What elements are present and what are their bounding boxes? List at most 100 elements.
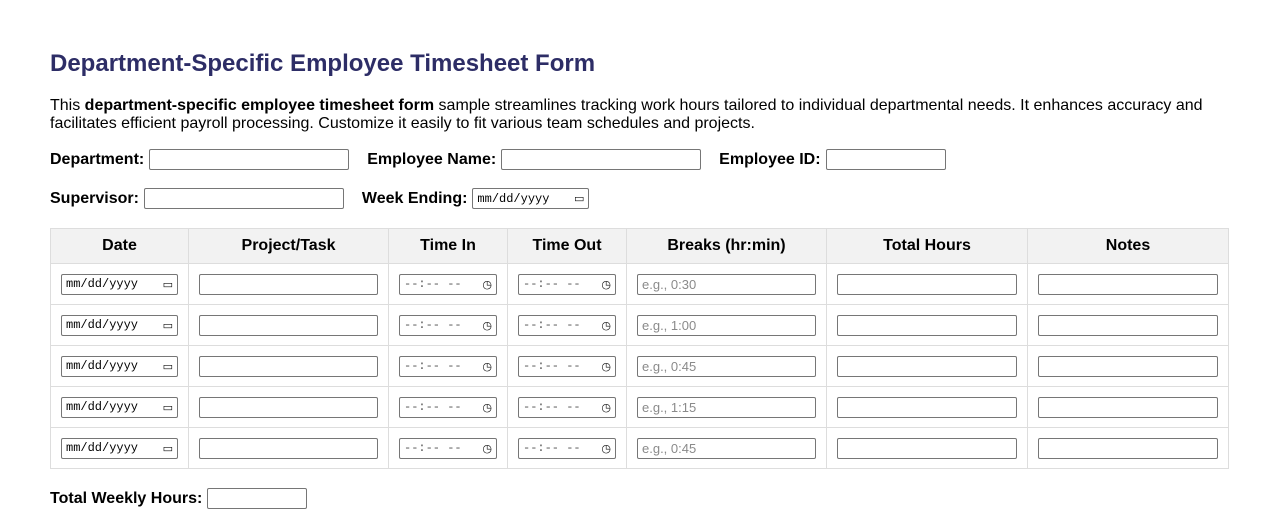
total-weekly-hours-row: Total Weekly Hours: xyxy=(50,488,308,509)
notes-input[interactable] xyxy=(1038,273,1218,295)
clock-icon[interactable]: ◷ xyxy=(601,319,611,332)
date-input[interactable]: mm/dd/yyyy ▭ xyxy=(61,273,178,295)
cell-date: mm/dd/yyyy ▭ xyxy=(50,345,189,387)
total-hours-input[interactable] xyxy=(837,273,1017,295)
time-placeholder: --:-- -- xyxy=(523,277,581,291)
clock-icon[interactable]: ◷ xyxy=(601,278,611,291)
department-input[interactable] xyxy=(149,149,350,170)
header-breaks: Breaks (hr:min) xyxy=(626,228,827,264)
time-placeholder: --:-- -- xyxy=(404,277,462,291)
cell-notes xyxy=(1027,386,1229,428)
intro-bold: department-specific employee timesheet f… xyxy=(84,97,435,114)
table-row: mm/dd/yyyy ▭ --:-- -- ◷ --:-- -- ◷ xyxy=(50,304,1229,346)
cell-time-out: --:-- -- ◷ xyxy=(507,304,627,346)
time-placeholder: --:-- -- xyxy=(404,359,462,373)
project-task-input[interactable] xyxy=(199,396,378,418)
calendar-icon[interactable]: ▭ xyxy=(574,192,584,205)
week-ending-input[interactable]: mm/dd/yyyy ▭ xyxy=(472,188,590,209)
date-input[interactable]: mm/dd/yyyy ▭ xyxy=(61,437,178,459)
notes-input[interactable] xyxy=(1038,437,1218,459)
date-placeholder: mm/dd/yyyy xyxy=(66,277,139,291)
time-in-input[interactable]: --:-- -- ◷ xyxy=(399,396,497,418)
cell-notes xyxy=(1027,345,1229,387)
clock-icon[interactable]: ◷ xyxy=(482,319,492,332)
time-placeholder: --:-- -- xyxy=(404,441,462,455)
clock-icon[interactable]: ◷ xyxy=(601,401,611,414)
total-hours-input[interactable] xyxy=(837,396,1017,418)
cell-time-out: --:-- -- ◷ xyxy=(507,345,627,387)
cell-total-hours xyxy=(826,386,1028,428)
time-out-input[interactable]: --:-- -- ◷ xyxy=(518,314,616,336)
calendar-icon[interactable]: ▭ xyxy=(163,360,173,373)
cell-total-hours xyxy=(826,263,1028,305)
time-out-input[interactable]: --:-- -- ◷ xyxy=(518,273,616,295)
clock-icon[interactable]: ◷ xyxy=(601,442,611,455)
cell-date: mm/dd/yyyy ▭ xyxy=(50,263,189,305)
employee-name-input[interactable] xyxy=(501,149,702,170)
cell-time-in: --:-- -- ◷ xyxy=(388,345,508,387)
time-placeholder: --:-- -- xyxy=(523,318,581,332)
time-out-input[interactable]: --:-- -- ◷ xyxy=(518,437,616,459)
date-input[interactable]: mm/dd/yyyy ▭ xyxy=(61,314,178,336)
cell-time-in: --:-- -- ◷ xyxy=(388,304,508,346)
employee-id-input[interactable] xyxy=(825,149,946,170)
breaks-input[interactable] xyxy=(637,314,816,336)
time-in-input[interactable]: --:-- -- ◷ xyxy=(399,314,497,336)
breaks-input[interactable] xyxy=(637,437,816,459)
cell-time-out: --:-- -- ◷ xyxy=(507,263,627,305)
breaks-input[interactable] xyxy=(637,273,816,295)
clock-icon[interactable]: ◷ xyxy=(601,360,611,373)
notes-input[interactable] xyxy=(1038,396,1218,418)
cell-date: mm/dd/yyyy ▭ xyxy=(50,386,189,428)
week-ending-label: Week Ending: xyxy=(361,189,468,207)
table-row: mm/dd/yyyy ▭ --:-- -- ◷ --:-- -- ◷ xyxy=(50,263,1229,305)
intro-before: This xyxy=(50,97,85,114)
clock-icon[interactable]: ◷ xyxy=(482,360,492,373)
cell-breaks xyxy=(626,345,827,387)
calendar-icon[interactable]: ▭ xyxy=(163,401,173,414)
project-task-input[interactable] xyxy=(199,273,378,295)
date-input[interactable]: mm/dd/yyyy ▭ xyxy=(61,396,178,418)
date-input[interactable]: mm/dd/yyyy ▭ xyxy=(61,355,178,377)
time-out-input[interactable]: --:-- -- ◷ xyxy=(518,355,616,377)
breaks-input[interactable] xyxy=(637,396,816,418)
cell-time-in: --:-- -- ◷ xyxy=(388,263,508,305)
time-out-input[interactable]: --:-- -- ◷ xyxy=(518,396,616,418)
clock-icon[interactable]: ◷ xyxy=(482,442,492,455)
total-hours-input[interactable] xyxy=(837,355,1017,377)
total-hours-input[interactable] xyxy=(837,314,1017,336)
calendar-icon[interactable]: ▭ xyxy=(163,319,173,332)
calendar-icon[interactable]: ▭ xyxy=(163,278,173,291)
cell-notes xyxy=(1027,263,1229,305)
date-placeholder: mm/dd/yyyy xyxy=(66,318,139,332)
total-hours-input[interactable] xyxy=(837,437,1017,459)
breaks-input[interactable] xyxy=(637,355,816,377)
cell-project-task xyxy=(188,345,389,387)
clock-icon[interactable]: ◷ xyxy=(482,401,492,414)
time-in-input[interactable]: --:-- -- ◷ xyxy=(399,355,497,377)
project-task-input[interactable] xyxy=(199,355,378,377)
department-label: Department: xyxy=(50,150,145,168)
time-in-input[interactable]: --:-- -- ◷ xyxy=(399,273,497,295)
total-weekly-hours-input[interactable] xyxy=(207,488,308,509)
cell-breaks xyxy=(626,304,827,346)
notes-input[interactable] xyxy=(1038,314,1218,336)
header-time-in: Time In xyxy=(388,228,508,264)
table-header-row: Date Project/Task Time In Time Out Break… xyxy=(50,228,1229,264)
supervisor-input[interactable] xyxy=(143,188,344,209)
header-time-out: Time Out xyxy=(507,228,627,264)
time-placeholder: --:-- -- xyxy=(523,359,581,373)
notes-input[interactable] xyxy=(1038,355,1218,377)
time-placeholder: --:-- -- xyxy=(404,318,462,332)
total-weekly-hours-label: Total Weekly Hours: xyxy=(50,489,203,507)
calendar-icon[interactable]: ▭ xyxy=(163,442,173,455)
cell-breaks xyxy=(626,386,827,428)
project-task-input[interactable] xyxy=(199,314,378,336)
page-title: Department-Specific Employee Timesheet F… xyxy=(50,50,596,77)
cell-total-hours xyxy=(826,304,1028,346)
time-in-input[interactable]: --:-- -- ◷ xyxy=(399,437,497,459)
project-task-input[interactable] xyxy=(199,437,378,459)
table-row: mm/dd/yyyy ▭ --:-- -- ◷ --:-- -- ◷ xyxy=(50,386,1229,428)
clock-icon[interactable]: ◷ xyxy=(482,278,492,291)
time-placeholder: --:-- -- xyxy=(523,441,581,455)
